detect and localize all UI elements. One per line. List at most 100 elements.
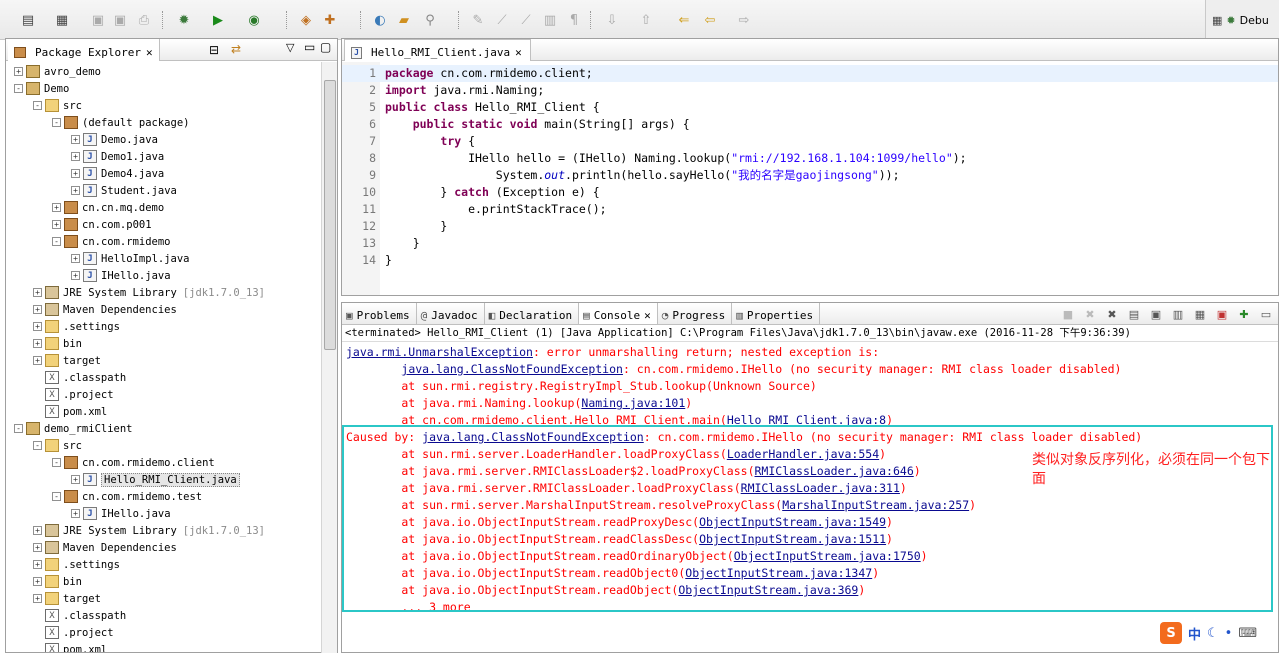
half-width-icon[interactable]: ☾ [1207, 626, 1219, 641]
tree-item[interactable]: + J HelloImpl.java [71, 250, 190, 267]
expand-toggle-icon[interactable]: + [33, 322, 42, 331]
tree-item[interactable]: - Demo [14, 80, 69, 97]
tree-item[interactable]: + J IHello.java [71, 505, 171, 522]
collapse-toggle-icon[interactable]: - [52, 237, 61, 246]
expand-toggle-icon[interactable]: + [71, 135, 80, 144]
annotation-icon[interactable]: ✎ [468, 10, 488, 30]
expand-toggle-icon[interactable]: + [52, 203, 61, 212]
code-line[interactable]: 14} [342, 252, 1278, 269]
block-selection-icon[interactable]: ▥ [540, 10, 560, 30]
tree-item[interactable]: - cn.com.rmidemo [52, 233, 171, 250]
mark-occurrences-icon[interactable]: ⟋ [492, 10, 512, 30]
debug-perspective-button[interactable]: ▦ ✹ Debu [1205, 0, 1279, 40]
prev-annotation-icon[interactable]: ⇧ [636, 10, 656, 30]
expand-toggle-icon[interactable]: + [33, 305, 42, 314]
tab-declaration[interactable]: ◧ Declaration [485, 303, 580, 324]
terminate-icon[interactable]: ■ [1060, 306, 1076, 322]
expand-toggle-icon[interactable]: + [71, 271, 80, 280]
stacktrace-link[interactable]: Naming.java:101 [581, 396, 685, 410]
code-line[interactable]: 7 try { [342, 133, 1278, 150]
expand-toggle-icon[interactable]: + [33, 543, 42, 552]
ime-mode[interactable]: 中 [1188, 624, 1201, 643]
view-menu-icon[interactable]: ▭ [1258, 306, 1274, 322]
expand-toggle-icon[interactable]: + [33, 594, 42, 603]
code-line[interactable]: 2 import java.rmi.Naming; [342, 82, 1278, 99]
tree-item[interactable]: - (default package) [52, 114, 189, 131]
code-line[interactable]: 6 public static void main(String[] args)… [342, 116, 1278, 133]
code-line[interactable]: 10 } catch (Exception e) { [342, 184, 1278, 201]
close-icon[interactable]: ✕ [644, 309, 651, 322]
package-tree[interactable]: + avro_demo - Demo - src - (default package) + J D… [6, 61, 337, 652]
tab-problems[interactable]: ▣ Problems [342, 303, 417, 324]
close-icon[interactable]: ✕ [146, 46, 153, 59]
expand-toggle-icon[interactable]: + [33, 577, 42, 586]
show-whitespace-icon[interactable]: ¶ [564, 10, 584, 30]
expand-toggle-icon[interactable]: + [71, 509, 80, 518]
expand-toggle-icon[interactable]: + [71, 152, 80, 161]
minimize-icon[interactable]: ▭ [304, 40, 315, 54]
back-icon[interactable]: ⇦ [700, 10, 720, 30]
clear-console-icon[interactable]: ▤ [1126, 306, 1142, 322]
editor-tab-hello-rmi-client[interactable]: J Hello_RMI_Client.java ✕ [344, 39, 531, 61]
tree-item[interactable]: - src [33, 97, 82, 114]
expand-toggle-icon[interactable]: + [71, 169, 80, 178]
code-line[interactable]: 11 e.printStackTrace(); [342, 201, 1278, 218]
expand-toggle-icon[interactable]: + [33, 339, 42, 348]
tree-scrollbar[interactable] [321, 62, 337, 653]
tree-item[interactable]: + target [33, 590, 101, 607]
tree-item[interactable]: + avro_demo [14, 63, 101, 80]
remove-launch-icon[interactable]: ✖ [1082, 306, 1098, 322]
keyboard-icon[interactable]: ⌨ [1238, 626, 1257, 641]
punctuation-icon[interactable]: • [1225, 626, 1233, 641]
tree-item[interactable]: X .project [33, 624, 114, 641]
tree-item[interactable]: + .settings [33, 318, 120, 335]
expand-toggle-icon[interactable]: + [33, 560, 42, 569]
search-icon[interactable]: ⚲ [420, 10, 440, 30]
scroll-lock-icon[interactable]: ▣ [1148, 306, 1164, 322]
run-icon[interactable]: ▶ [208, 10, 228, 30]
package-explorer-tab[interactable]: Package Explorer ✕ [8, 39, 160, 61]
expand-toggle-icon[interactable]: + [71, 475, 80, 484]
collapse-toggle-icon[interactable]: - [14, 84, 23, 93]
code-line[interactable]: 8 IHello hello = (IHello) Naming.lookup(… [342, 150, 1278, 167]
open-type-icon[interactable]: ◐ [370, 10, 390, 30]
tree-item[interactable]: + J Demo.java [71, 131, 158, 148]
tree-item[interactable]: Xpom.xml [33, 641, 107, 652]
code-line[interactable]: 1 package cn.com.rmidemo.client; [342, 65, 1278, 82]
tree-item[interactable]: - cn.com.rmidemo.client [52, 454, 215, 471]
collapse-toggle-icon[interactable]: - [33, 101, 42, 110]
stacktrace-link[interactable]: java.rmi.UnmarshalException [346, 345, 533, 359]
tree-item[interactable]: + J IHello.java [71, 267, 171, 284]
console-output[interactable]: ... 3 more at java.io.ObjectInputStream.… [342, 343, 1278, 652]
new-wizard-icon[interactable]: ▦ [52, 10, 72, 30]
debug-icon[interactable]: ✹ [174, 10, 194, 30]
collapse-toggle-icon[interactable]: - [52, 458, 61, 467]
tree-item[interactable]: + JRE System Library [jdk1.7.0_13] [33, 522, 265, 539]
remove-all-terminated-icon[interactable]: ✖ [1104, 306, 1120, 322]
display-console-icon[interactable]: ▣ [1214, 306, 1230, 322]
tree-item[interactable]: + bin [33, 335, 82, 352]
tab-properties[interactable]: ▥ Properties [732, 303, 821, 324]
tree-item[interactable]: - cn.com.rmidemo.test [52, 488, 202, 505]
tree-item[interactable]: + J Hello_RMI_Client.java [71, 471, 240, 488]
scroll-thumb[interactable] [324, 80, 336, 350]
new-package-icon[interactable]: ✚ [320, 10, 340, 30]
tree-item[interactable]: + Maven Dependencies [33, 539, 177, 556]
code-line[interactable]: 12 } [342, 218, 1278, 235]
forward-icon[interactable]: ⇨ [734, 10, 754, 30]
close-icon[interactable]: ✕ [515, 46, 522, 59]
code-line[interactable]: 9 System.out.println(hello.sayHello("我的名… [342, 167, 1278, 184]
tree-item[interactable]: - demo_rmiClient [14, 420, 133, 437]
view-menu-icon[interactable]: ▽ [286, 41, 294, 54]
expand-toggle-icon[interactable]: + [71, 254, 80, 263]
tree-item[interactable]: - src [33, 437, 82, 454]
ime-status-bar[interactable]: S 中 ☾ • ⌨ [1160, 620, 1279, 646]
expand-toggle-icon[interactable]: + [33, 356, 42, 365]
word-wrap-icon[interactable]: ▥ [1170, 306, 1186, 322]
expand-toggle-icon[interactable]: + [14, 67, 23, 76]
link-with-editor-icon[interactable]: ⇄ [231, 42, 241, 56]
new-icon[interactable]: ▤ [18, 10, 38, 30]
expand-toggle-icon[interactable]: + [33, 526, 42, 535]
collapse-all-icon[interactable]: ⊟ [209, 43, 219, 57]
tree-item[interactable]: + JRE System Library [jdk1.7.0_13] [33, 284, 265, 301]
